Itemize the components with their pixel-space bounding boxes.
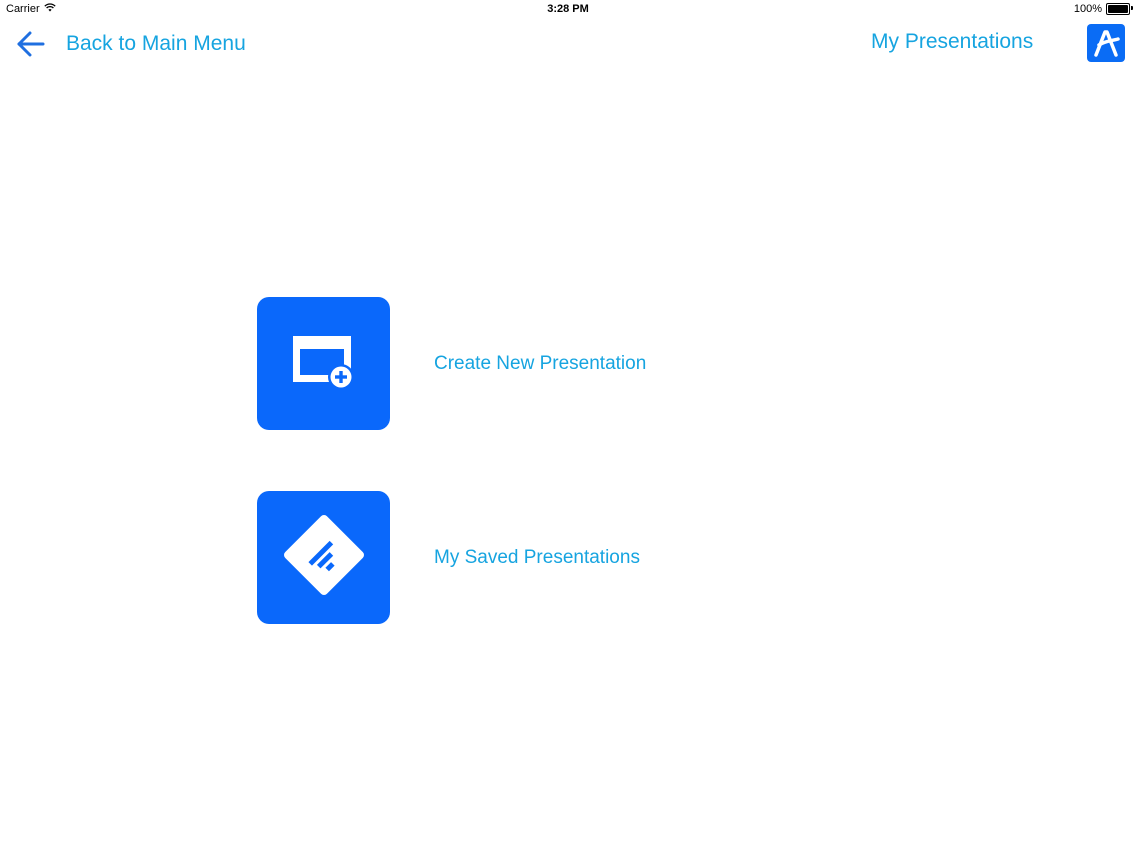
battery-tip	[1131, 6, 1133, 10]
battery-percent: 100%	[1073, 3, 1102, 15]
back-to-main-menu-button[interactable]: Back to Main Menu	[16, 28, 246, 60]
status-time: 3:28 PM	[547, 3, 589, 15]
create-presentation-tile[interactable]	[257, 297, 390, 430]
create-new-presentation-button[interactable]: Create New Presentation	[257, 297, 646, 430]
page-title: My Presentations	[871, 30, 1034, 53]
status-bar: Carrier 3:28 PM 100%	[0, 0, 1136, 18]
arrow-left-icon	[16, 29, 46, 59]
my-saved-presentations-label: My Saved Presentations	[434, 546, 640, 568]
new-presentation-icon	[289, 331, 359, 396]
battery-icon	[1106, 3, 1133, 15]
saved-presentations-icon	[283, 515, 364, 600]
create-new-presentation-label: Create New Presentation	[434, 352, 647, 374]
status-right: 100%	[1073, 3, 1133, 15]
back-button-label: Back to Main Menu	[66, 32, 246, 55]
screen: Carrier 3:28 PM 100% Back to Main Menu M…	[0, 0, 1136, 852]
my-saved-presentations-button[interactable]: My Saved Presentations	[257, 491, 640, 624]
app-logo-icon[interactable]	[1087, 24, 1125, 62]
saved-presentations-tile[interactable]	[257, 491, 390, 624]
battery-fill	[1108, 5, 1128, 13]
